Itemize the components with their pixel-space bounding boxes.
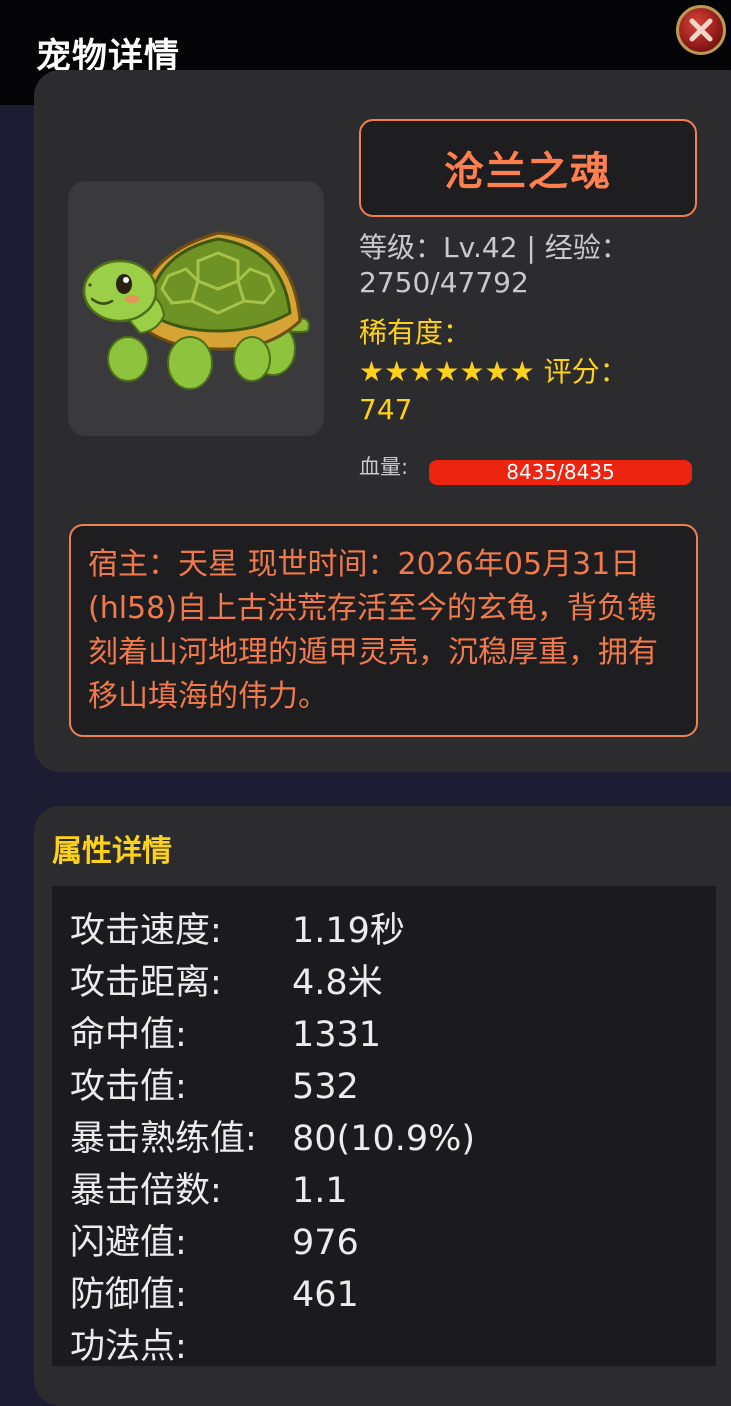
rarity-stars-score: ★★★★★★★ 评分： [359, 355, 628, 388]
pet-description: 宿主：天星 现世时间：2026年05月31日(hl58)自上古洪荒存活至今的玄龟… [88, 547, 658, 714]
attributes-title: 属性详情 [52, 834, 172, 869]
pet-name: 沧兰之魂 [444, 149, 612, 195]
attribute-value: 80(10.9%) [292, 1119, 476, 1159]
attribute-value: 1331 [292, 1015, 382, 1055]
attributes-panel: 攻击速度: 1.19秒 攻击距离: 4.8米 命中值: 1331 攻击值: 53… [52, 886, 716, 1367]
hp-bar: 8435/8435 [429, 460, 692, 485]
pet-portrait [68, 181, 324, 436]
attribute-label: 闪避值: [70, 1223, 187, 1263]
attribute-value: 976 [292, 1223, 359, 1263]
turtle-icon [82, 231, 310, 390]
attribute-value: 4.8米 [292, 963, 383, 1003]
attribute-label: 命中值: [70, 1015, 187, 1055]
attribute-label: 攻击速度: [70, 911, 222, 951]
hp-label: 血量: [359, 455, 409, 479]
level-info: 等级：Lv.42 | 经验： [359, 231, 629, 264]
attribute-label: 暴击倍数: [70, 1171, 222, 1211]
score-value: 747 [359, 393, 413, 426]
hp-value: 8435/8435 [506, 460, 615, 484]
attribute-label: 防御值: [70, 1275, 187, 1315]
pet-description-box: 宿主：天星 现世时间：2026年05月31日(hl58)自上古洪荒存活至今的玄龟… [69, 524, 698, 737]
pet-name-box: 沧兰之魂 [359, 119, 697, 217]
attribute-label: 功法点: [70, 1327, 187, 1367]
experience-info: 2750/47792 [359, 266, 529, 299]
attribute-value: 1.19秒 [292, 911, 405, 951]
rarity-label: 稀有度： [359, 316, 472, 349]
close-icon [689, 18, 713, 42]
attribute-label: 攻击值: [70, 1067, 187, 1107]
attribute-label: 攻击距离: [70, 963, 222, 1003]
attribute-value: 532 [292, 1067, 359, 1107]
attribute-label: 暴击熟练值: [70, 1119, 257, 1159]
attribute-value: 461 [292, 1275, 359, 1315]
close-button[interactable] [676, 5, 726, 55]
attribute-value: 1.1 [292, 1171, 348, 1211]
